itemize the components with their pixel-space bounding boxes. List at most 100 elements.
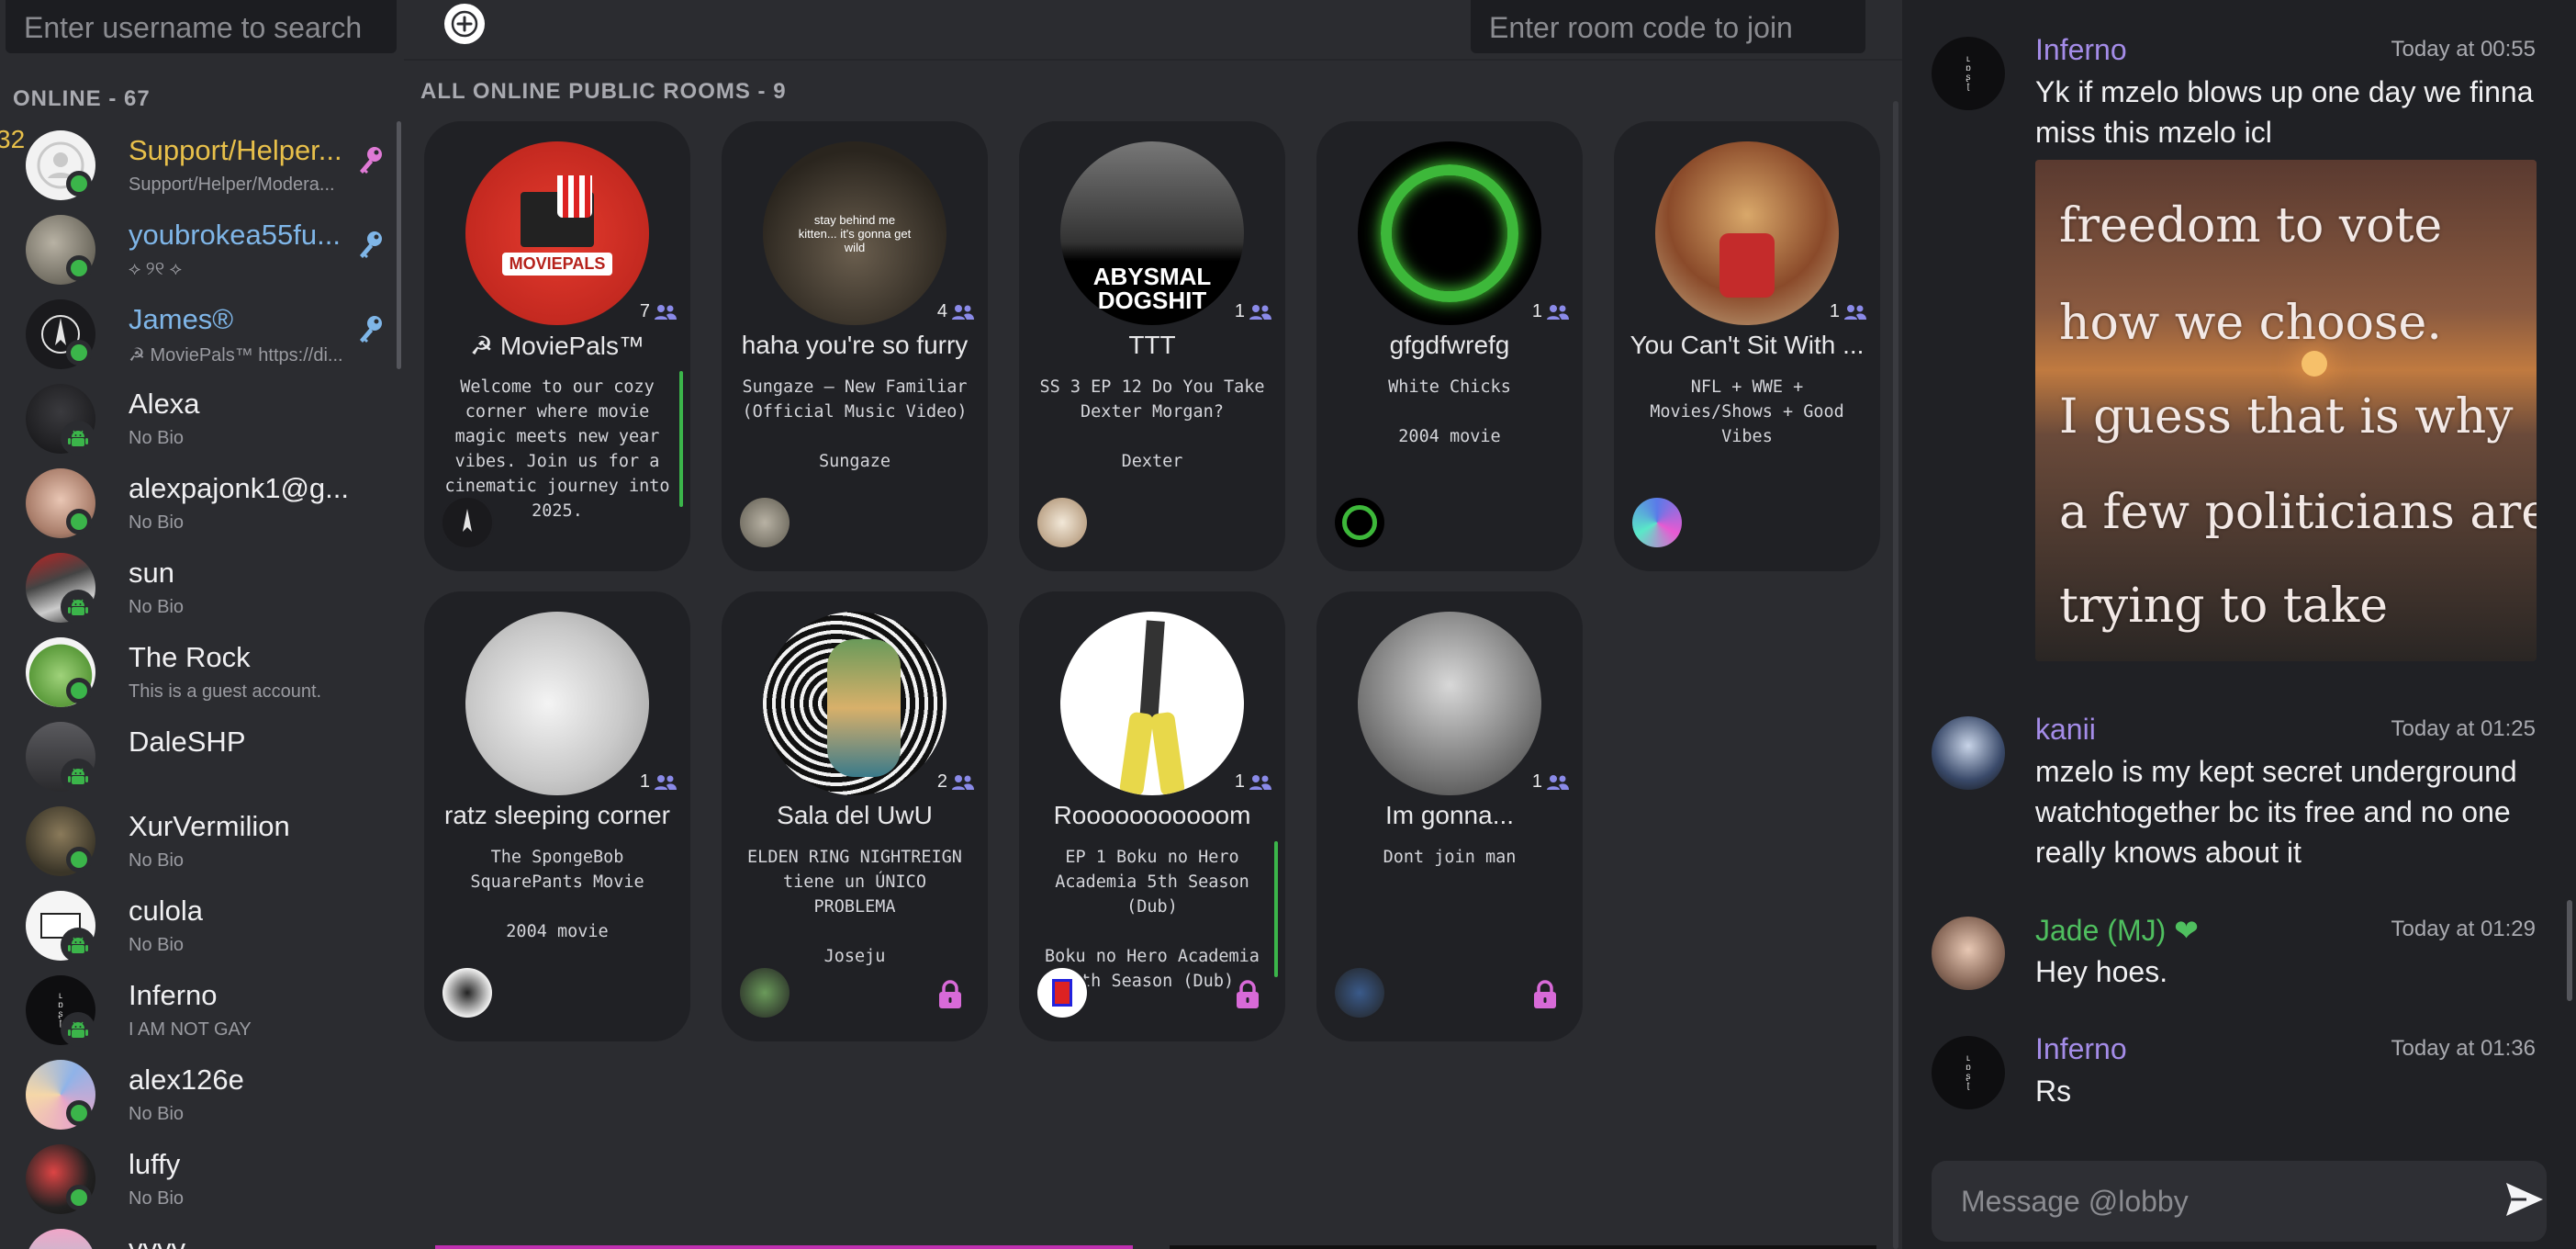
android-icon xyxy=(68,430,88,446)
user-name: luffy xyxy=(129,1148,181,1180)
username-search-input[interactable]: Enter username to search xyxy=(6,0,397,53)
room-count-value: 1 xyxy=(1234,771,1245,792)
role-key xyxy=(356,145,386,183)
chat-message-input[interactable]: Message @lobby xyxy=(1932,1161,2547,1242)
room-card[interactable]: 1 You Can't Sit With ... NFL + WWE + Movie… xyxy=(1614,121,1880,571)
user-row[interactable]: Support/Helper... Support/Helper/Modera..… xyxy=(0,121,404,206)
message-text: Yk if mzelo blows up one day we finna mi… xyxy=(2035,75,2534,149)
room-host-avatar xyxy=(1036,496,1089,549)
send-button[interactable] xyxy=(2504,1181,2545,1222)
user-row[interactable]: youbrokea55fu... ⟡ ୨୧ ⟡ xyxy=(0,206,404,290)
room-count-value: 7 xyxy=(639,301,650,321)
room-user-count: 1 xyxy=(1235,771,1272,793)
message-author[interactable]: kanii xyxy=(2035,713,2096,747)
lock-icon xyxy=(939,980,961,1008)
android-badge xyxy=(61,928,95,962)
room-cover xyxy=(1060,612,1244,795)
room-count-value: 4 xyxy=(936,301,947,321)
user-row[interactable]: alexpajonk1@g... No Bio xyxy=(0,459,404,544)
room-user-count: 1 xyxy=(1830,301,1867,322)
sidebar-scrollbar[interactable] xyxy=(397,121,401,369)
rooms-scrollbar[interactable] xyxy=(1893,101,1898,1249)
room-user-count: 4 xyxy=(937,301,975,322)
room-cover xyxy=(1358,612,1541,795)
image-caption-line: a few politicians are xyxy=(2059,485,2537,540)
room-card[interactable]: 1 ratz sleeping corner The SpongeBob Squar… xyxy=(424,591,690,1041)
room-name: ratz sleeping corner xyxy=(444,801,670,829)
room-host-avatar xyxy=(441,966,494,1019)
room-card[interactable]: ABYSMAL DOGSHIT 1 TTT SS 3 EP 12 Do You Tak… xyxy=(1019,121,1285,571)
room-card[interactable]: 1 Im gonna... Dont join man xyxy=(1316,591,1583,1041)
user-row[interactable]: DaleSHP xyxy=(0,713,404,797)
message-image[interactable]: freedom to vote how we choose. I guess th… xyxy=(2035,160,2537,661)
people-icon xyxy=(952,304,974,320)
room-name: Sala del UwU xyxy=(777,801,933,829)
room-host-avatar xyxy=(738,496,791,549)
plus-icon xyxy=(451,10,478,38)
room-card[interactable]: MOVIEPALS 7 ☭ MoviePals™ Welcome to our coz… xyxy=(424,121,690,571)
people-icon xyxy=(1547,774,1569,790)
create-room-button[interactable] xyxy=(444,4,485,44)
room-card[interactable]: 2 Sala del UwU ELDEN RING NIGHTREIGN tiene… xyxy=(722,591,988,1041)
online-status-dot xyxy=(66,1100,92,1126)
user-name: DaleSHP xyxy=(129,726,246,758)
online-count-title: ONLINE - 67 xyxy=(13,86,151,111)
user-name: yyyy xyxy=(129,1232,185,1249)
people-icon xyxy=(952,774,974,790)
room-host-avatar xyxy=(1036,966,1089,1019)
room-card[interactable]: stay behind me kitten... it's gonna get … xyxy=(722,121,988,571)
bottom-bar-right xyxy=(1170,1245,1876,1249)
message-author[interactable]: Inferno xyxy=(2035,1032,2127,1066)
message-author[interactable]: Jade (MJ) ❤ xyxy=(2035,913,2199,948)
user-row[interactable]: alex126e No Bio xyxy=(0,1051,404,1135)
online-status-dot xyxy=(66,340,92,366)
room-lock xyxy=(936,979,964,1015)
user-row[interactable]: luffy No Bio xyxy=(0,1135,404,1220)
message-avatar[interactable]: ʟɒʂʈ xyxy=(1932,1036,2005,1109)
user-row[interactable]: yyyy xyxy=(0,1220,404,1249)
user-row[interactable]: Alexa No Bio xyxy=(0,375,404,459)
chat-scrollbar[interactable] xyxy=(2567,900,2572,1001)
user-row[interactable]: The Rock This is a guest account. xyxy=(0,628,404,713)
user-row[interactable]: XurVermilion No Bio xyxy=(0,797,404,882)
user-row[interactable]: James® ☭ MoviePals™ https://di... xyxy=(0,290,404,375)
room-user-count: 2 xyxy=(937,771,975,793)
android-badge xyxy=(61,590,95,624)
bottom-bar-left xyxy=(435,1245,1133,1249)
room-host-avatar xyxy=(1630,496,1684,549)
message-avatar[interactable]: ʟɒʂʈ xyxy=(1932,37,2005,110)
user-row[interactable]: sun No Bio xyxy=(0,544,404,628)
room-user-count: 1 xyxy=(1235,301,1272,322)
user-bio: No Bio xyxy=(129,597,185,617)
android-badge xyxy=(61,1012,95,1047)
room-count-value: 2 xyxy=(936,771,947,792)
room-cover: MOVIEPALS xyxy=(465,141,649,325)
avatar[interactable] xyxy=(26,1229,95,1249)
message-avatar[interactable] xyxy=(1932,917,2005,990)
user-bio: ⟡ ୨୧ ⟡ xyxy=(129,259,182,279)
room-name: Im gonna... xyxy=(1384,801,1515,829)
android-icon xyxy=(68,1021,88,1038)
user-row[interactable]: culola No Bio xyxy=(0,882,404,966)
user-bio: I AM NOT GAY xyxy=(129,1019,252,1040)
user-name: alex126e xyxy=(129,1063,244,1096)
chat-panel: ʟ ɒ ʂ ʈ Inferno Today at 00:55 Yk if mzelo blo… xyxy=(1902,0,2576,1249)
message-author[interactable]: Inferno xyxy=(2035,33,2127,67)
user-bio: No Bio xyxy=(129,1188,185,1209)
people-icon xyxy=(655,774,677,790)
room-card[interactable]: 1 gfgdfwrefg White Chicks 2004 movie xyxy=(1316,121,1583,571)
room-card[interactable]: 1 Rooooooooooom EP 1 Boku no Hero Academia… xyxy=(1019,591,1285,1041)
online-user-list: Support/Helper... Support/Helper/Modera..… xyxy=(0,121,404,1249)
room-user-count: 1 xyxy=(1532,771,1570,793)
user-row[interactable]: ʟɒʂʈInfernoI AM NOT GAY xyxy=(0,966,404,1051)
message-timestamp: Today at 00:55 xyxy=(2391,37,2536,62)
key-icon xyxy=(360,147,382,174)
user-name: XurVermilion xyxy=(129,810,290,842)
room-code-input[interactable]: Enter room code to join xyxy=(1471,0,1865,53)
message-text: Rs xyxy=(2035,1075,2072,1108)
room-host-avatar xyxy=(1333,496,1386,549)
message-avatar[interactable] xyxy=(1932,716,2005,790)
room-scroll-indicator xyxy=(1274,841,1278,977)
room-count-value: 1 xyxy=(1234,301,1245,321)
rooms-topbar: Enter room code to join xyxy=(404,0,1902,61)
